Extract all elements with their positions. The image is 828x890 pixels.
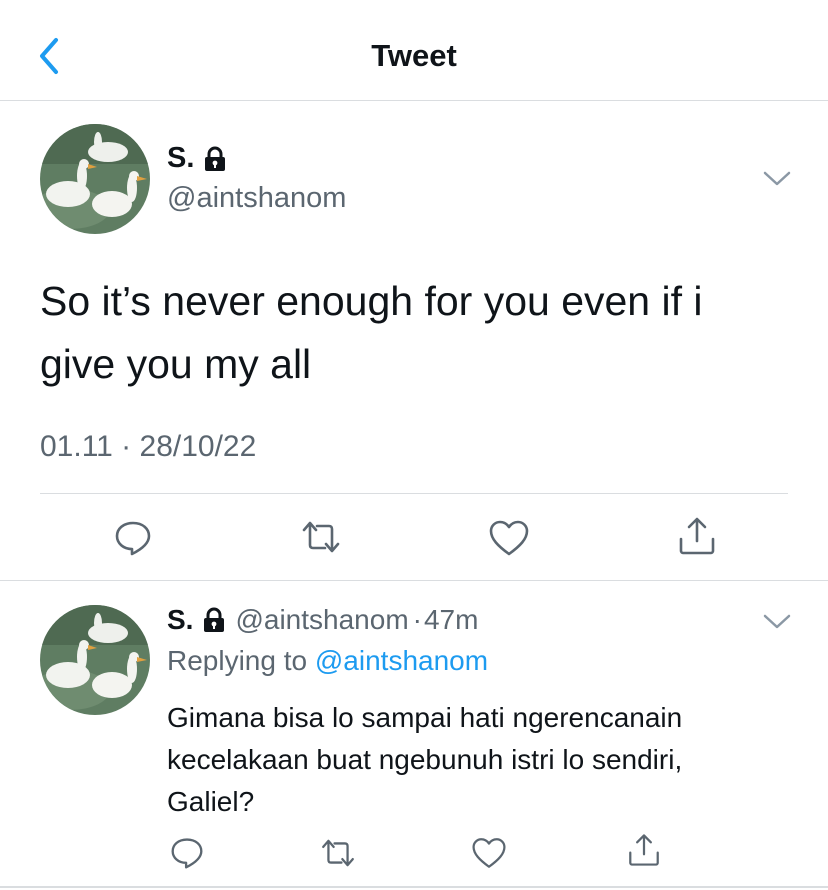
author-handle[interactable]: @aintshanom [167, 182, 346, 215]
avatar-image [40, 124, 150, 234]
reply-text-line: kecelakaan buat ngebunuh istri lo sendir… [167, 744, 683, 775]
share-icon[interactable] [676, 515, 718, 557]
replying-to: Replying to @aintshanom [167, 645, 488, 677]
tweet-timestamp[interactable]: 01.11 · 28/10/22 [40, 430, 256, 464]
divider [0, 580, 828, 581]
avatar[interactable] [40, 124, 150, 234]
share-icon[interactable] [626, 832, 662, 868]
author-name[interactable]: S. [167, 142, 194, 175]
reply-text-line: Gimana bisa lo sampai hati ngerencanain [167, 702, 683, 733]
retweet-icon[interactable] [318, 837, 358, 869]
reply-author-handle[interactable]: @aintshanom [235, 604, 408, 636]
avatar-image [40, 605, 150, 715]
reply-text: Gimana bisa lo sampai hati ngerencanain … [167, 697, 787, 823]
lock-icon [204, 607, 225, 632]
retweet-icon[interactable] [298, 519, 344, 555]
separator-dot: · [412, 604, 422, 635]
author-name-row[interactable]: S. [167, 142, 228, 175]
page-title: Tweet [371, 38, 457, 73]
chevron-down-icon[interactable] [762, 611, 792, 631]
chevron-down-icon[interactable] [762, 168, 792, 188]
reply-age[interactable]: 47m [424, 604, 478, 636]
tweet-text-line: give you my all [40, 341, 312, 387]
reply-icon[interactable] [169, 836, 205, 870]
reply-author-name[interactable]: S. [167, 604, 193, 636]
tweet-text-line: So it’s never enough for you even if i [40, 278, 703, 324]
divider [0, 886, 828, 888]
replying-to-handle[interactable]: @aintshanom [315, 645, 488, 676]
reply-icon[interactable] [113, 519, 153, 557]
replying-to-label: Replying to [167, 645, 308, 676]
like-icon[interactable] [488, 519, 530, 557]
lock-icon [205, 146, 226, 171]
tweet-text: So it’s never enough for you even if i g… [40, 270, 800, 396]
reply-header: S. @aintshanom · 47m [167, 604, 478, 636]
divider [40, 493, 788, 494]
reply-avatar[interactable] [40, 605, 150, 715]
reply-text-line: Galiel? [167, 786, 255, 817]
like-icon[interactable] [471, 836, 507, 870]
